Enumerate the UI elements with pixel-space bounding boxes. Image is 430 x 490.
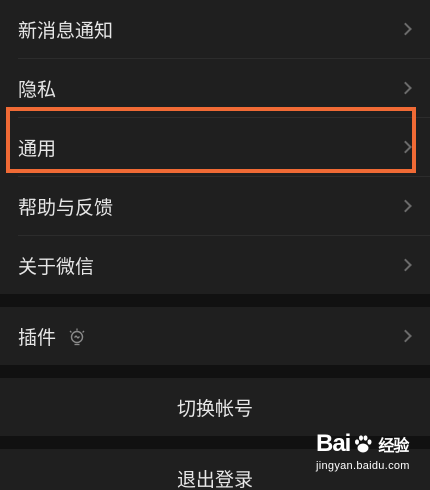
switch-account-button[interactable]: 切换帐号 (0, 378, 430, 436)
watermark-url: jingyan.baidu.com (316, 460, 410, 472)
chevron-right-icon (399, 199, 412, 213)
settings-screen: 新消息通知 隐私 通用 帮助与反馈 关于微信 插件 切换帐号 退出登录 Bai … (0, 0, 430, 490)
settings-item-new-message[interactable]: 新消息通知 (0, 0, 430, 58)
settings-group-main: 新消息通知 隐私 通用 帮助与反馈 关于微信 (0, 0, 430, 294)
settings-item-label: 关于微信 (18, 255, 95, 278)
settings-item-label: 帮助与反馈 (18, 196, 114, 219)
settings-item-label: 通用 (18, 137, 57, 160)
section-gap (0, 365, 430, 378)
chevron-right-icon (399, 22, 412, 36)
settings-group-plugins: 插件 (0, 307, 430, 365)
chevron-right-icon (399, 329, 412, 343)
switch-account-label: 切换帐号 (176, 397, 253, 420)
settings-item-plugins[interactable]: 插件 (0, 307, 430, 365)
watermark-brand-cn: 经验 (378, 438, 409, 455)
settings-item-help-feedback[interactable]: 帮助与反馈 (0, 177, 430, 235)
chevron-right-icon (399, 140, 412, 154)
section-gap (0, 294, 430, 307)
settings-item-privacy[interactable]: 隐私 (0, 59, 430, 117)
settings-item-label: 新消息通知 (18, 19, 114, 42)
baidu-jingyan-watermark: Bai 经验 jingyan.baidu.com (316, 430, 416, 482)
settings-item-label: 插件 (18, 326, 57, 349)
paw-icon (355, 435, 372, 453)
watermark-logo: Bai 经验 (316, 430, 416, 458)
settings-item-label: 隐私 (18, 78, 57, 101)
watermark-brand: Bai (316, 430, 351, 457)
settings-item-general[interactable]: 通用 (0, 118, 430, 176)
chevron-right-icon (399, 258, 412, 272)
logout-label: 退出登录 (176, 468, 253, 490)
settings-item-about[interactable]: 关于微信 (0, 236, 430, 294)
chevron-right-icon (399, 81, 412, 95)
lightbulb-icon (69, 328, 85, 346)
